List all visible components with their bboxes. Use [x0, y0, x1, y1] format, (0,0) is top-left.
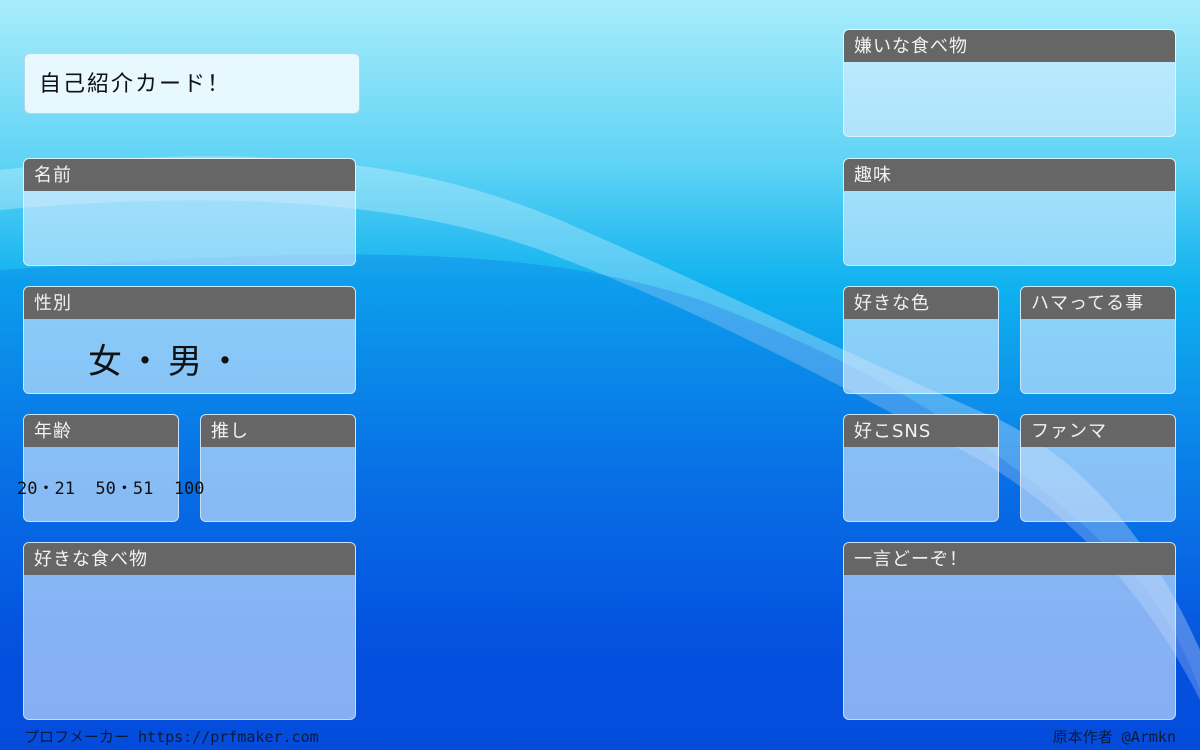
comment-card[interactable]: 一言どーぞ！	[843, 542, 1176, 720]
hobby-label: 趣味	[844, 159, 1175, 191]
gender-options: 女・男・	[88, 342, 248, 382]
hooked-on-card[interactable]: ハマってる事	[1020, 286, 1176, 394]
disliked-food-card[interactable]: 嫌いな食べ物	[843, 29, 1176, 137]
card-title: 自己紹介カード！	[24, 53, 360, 114]
age-label: 年齢	[24, 415, 178, 447]
age-card[interactable]: 年齢	[23, 414, 179, 522]
disliked-food-label: 嫌いな食べ物	[844, 30, 1175, 62]
oshi-card[interactable]: 推し	[200, 414, 356, 522]
name-label: 名前	[24, 159, 355, 191]
footer-author-credit: 原本作者 @Armkn	[1052, 728, 1176, 746]
favorite-food-label: 好きな食べ物	[24, 543, 355, 575]
footer-maker-credit: プロフメーカー https://prfmaker.com	[24, 728, 319, 746]
fan-mark-label: ファンマ	[1021, 415, 1175, 447]
name-card[interactable]: 名前	[23, 158, 356, 266]
fan-mark-card[interactable]: ファンマ	[1020, 414, 1176, 522]
favorite-sns-label: 好こSNS	[844, 415, 998, 447]
hobby-card[interactable]: 趣味	[843, 158, 1176, 266]
favorite-color-card[interactable]: 好きな色	[843, 286, 999, 394]
favorite-color-label: 好きな色	[844, 287, 998, 319]
oshi-label: 推し	[201, 415, 355, 447]
favorite-food-card[interactable]: 好きな食べ物	[23, 542, 356, 720]
favorite-sns-card[interactable]: 好こSNS	[843, 414, 999, 522]
gender-label: 性別	[24, 287, 355, 319]
hooked-on-label: ハマってる事	[1021, 287, 1175, 319]
comment-label: 一言どーぞ！	[844, 543, 1175, 575]
age-options: 20・21 50・51 100	[17, 479, 205, 499]
